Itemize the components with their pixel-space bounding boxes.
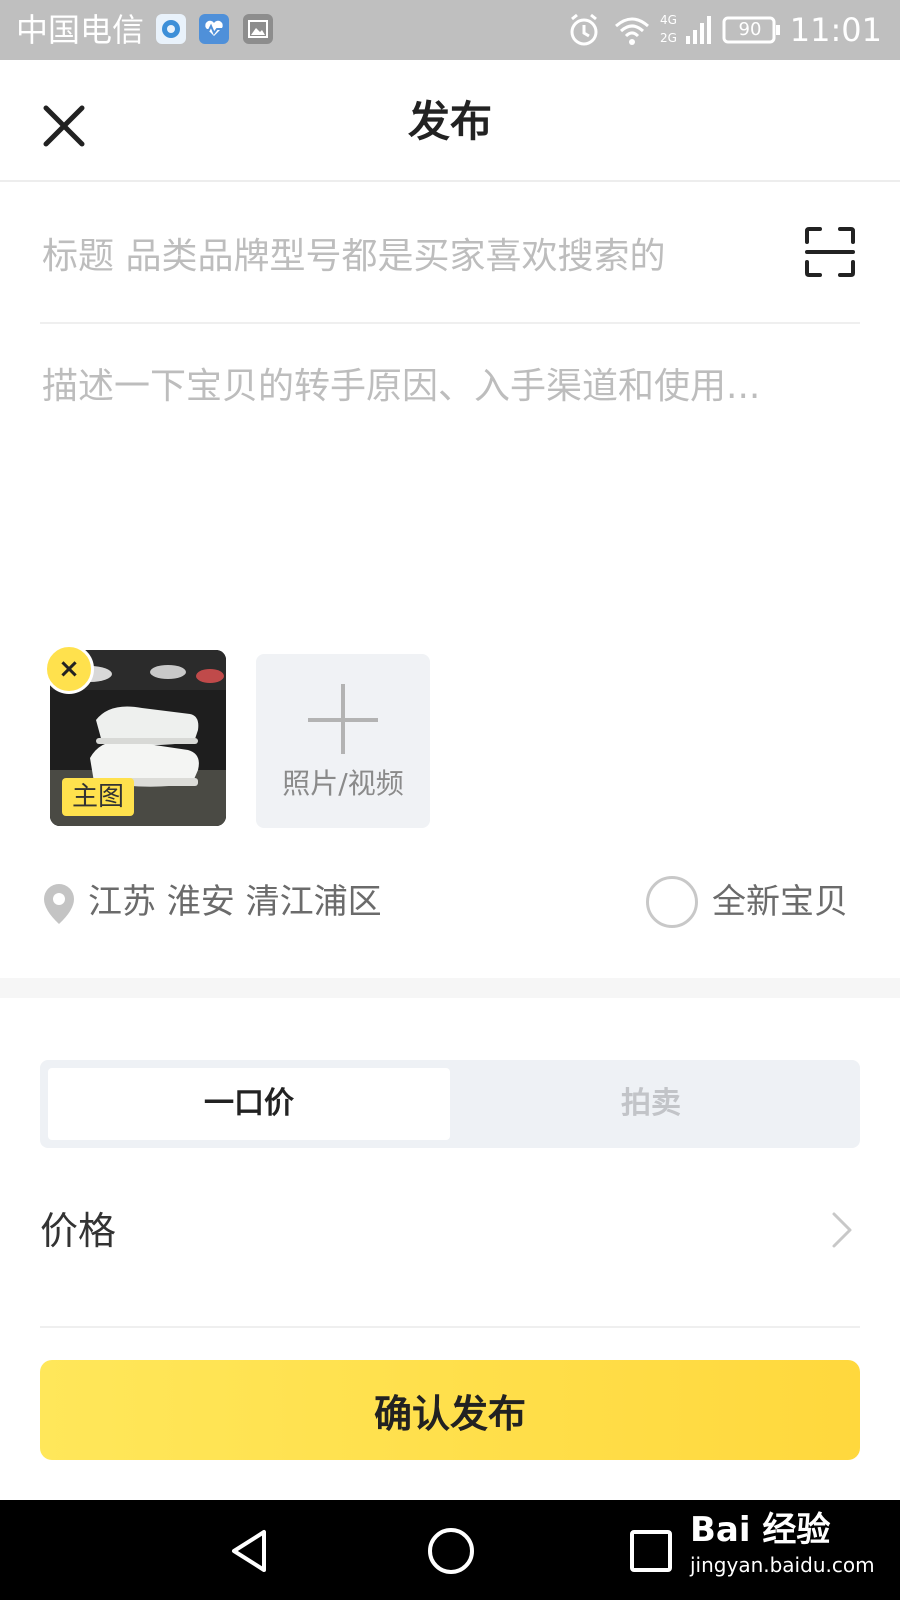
app-notification-icon xyxy=(156,14,186,44)
watermark-url: jingyan.baidu.com xyxy=(690,1553,875,1577)
location-pin-icon xyxy=(44,884,74,924)
scan-button[interactable] xyxy=(804,226,856,278)
baidu-watermark: Bai 经验 jingyan.baidu.com xyxy=(690,1508,875,1578)
remove-media-button[interactable]: × xyxy=(44,644,94,694)
battery-level: 90 xyxy=(738,19,762,40)
main-image-badge: 主图 xyxy=(62,778,135,816)
title-row xyxy=(40,208,860,324)
back-icon[interactable] xyxy=(226,1526,276,1576)
tab-auction[interactable]: 拍卖 xyxy=(450,1068,852,1140)
location-text: 江苏 淮安 清江浦区 xyxy=(88,882,382,922)
publish-button[interactable]: 确认发布 xyxy=(40,1360,860,1460)
cellular-signal-icon: 4G 2G xyxy=(660,10,712,54)
price-row[interactable]: 价格 xyxy=(40,1190,860,1328)
description-input[interactable] xyxy=(40,358,860,598)
price-mode-segment: 一口价 拍卖 xyxy=(40,1060,860,1148)
carrier-label: 中国电信 xyxy=(16,11,145,49)
watermark-main: Bai 经验 xyxy=(690,1510,831,1550)
clock: 11:01 xyxy=(789,11,882,49)
health-notification-icon xyxy=(199,14,229,44)
header: 发布 xyxy=(0,60,900,182)
add-media-button[interactable]: 照片/视频 xyxy=(256,654,430,828)
price-label: 价格 xyxy=(40,1209,117,1253)
tab-fixed-price[interactable]: 一口价 xyxy=(48,1068,450,1140)
new-item-radio[interactable] xyxy=(646,876,698,928)
status-bar: 中国电信 4G 2G 90 11:01 xyxy=(0,0,900,60)
recent-apps-icon[interactable] xyxy=(628,1528,674,1574)
add-media-label: 照片/视频 xyxy=(282,767,404,800)
section-divider xyxy=(0,978,900,998)
title-input[interactable] xyxy=(40,228,780,284)
svg-text:2G: 2G xyxy=(660,31,677,45)
home-icon[interactable] xyxy=(425,1525,477,1577)
svg-text:4G: 4G xyxy=(660,13,677,27)
wifi-icon xyxy=(612,10,652,54)
system-nav-bar: Bai 经验 jingyan.baidu.com xyxy=(0,1500,900,1600)
page-title: 发布 xyxy=(407,97,492,146)
new-item-label: 全新宝贝 xyxy=(712,882,848,922)
new-item-toggle[interactable]: 全新宝贝 xyxy=(646,874,860,930)
battery-icon: 90 xyxy=(722,14,782,46)
alarm-icon xyxy=(566,10,602,54)
gallery-notification-icon xyxy=(243,14,273,44)
chevron-right-icon xyxy=(832,1212,852,1248)
scan-icon xyxy=(805,227,855,277)
